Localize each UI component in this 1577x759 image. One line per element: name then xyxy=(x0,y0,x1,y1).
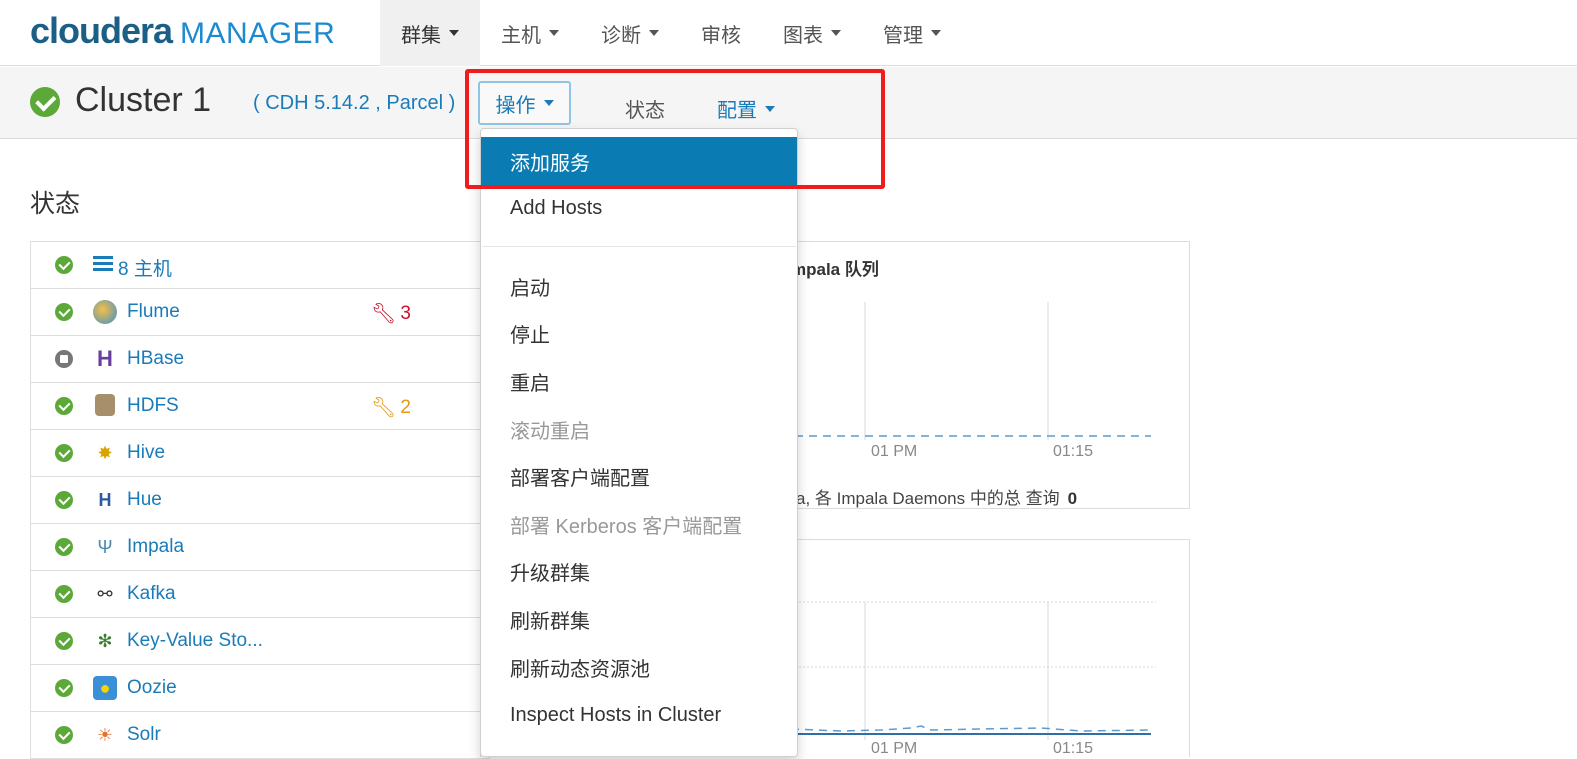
service-link-hosts[interactable]: 8 主机 xyxy=(118,254,172,281)
service-row-kafka: ⚯ Kafka xyxy=(31,571,489,618)
menu-item-refresh-resource-pools[interactable]: 刷新动态资源池 xyxy=(481,644,797,691)
service-row-hive: ✸ Hive xyxy=(31,430,489,477)
wrench-icon: 🔧︎ xyxy=(371,397,397,419)
logo-product: MANAGER xyxy=(180,17,336,50)
hosts-list-icon xyxy=(93,256,113,272)
good-health-icon xyxy=(55,303,73,321)
menu-item-start[interactable]: 启动 xyxy=(481,263,797,310)
nav-hosts-label: 主机 xyxy=(501,24,541,47)
service-link-hue[interactable]: Hue xyxy=(127,489,162,511)
alert-count: 3 xyxy=(400,302,411,324)
x-tick-label: 01 PM xyxy=(871,740,917,757)
chart-footer: a, 各 Impala Daemons 中的总 查询 0 xyxy=(796,484,1077,509)
chevron-down-icon xyxy=(931,30,941,36)
good-health-icon xyxy=(55,726,73,744)
hue-icon: H xyxy=(98,490,112,510)
menu-item-restart[interactable]: 重启 xyxy=(481,358,797,405)
alert-count: 2 xyxy=(400,396,411,418)
chevron-down-icon xyxy=(831,30,841,36)
menu-item-upgrade-cluster[interactable]: 升级群集 xyxy=(481,548,797,595)
service-link-kafka[interactable]: Kafka xyxy=(127,583,176,605)
service-row-hue: H Hue xyxy=(31,477,489,524)
chevron-down-icon xyxy=(649,30,659,36)
service-row-flume: Flume 🔧︎ 3 xyxy=(31,289,489,336)
oozie-icon: ● xyxy=(93,676,117,700)
service-row-impala: Ψ Impala xyxy=(31,524,489,571)
good-health-icon xyxy=(55,491,73,509)
actions-dropdown-menu: 添加服务 Add Hosts 启动 停止 重启 滚动重启 部署客户端配置 部署 … xyxy=(480,128,798,757)
menu-item-deploy-client-config[interactable]: 部署客户端配置 xyxy=(481,453,797,500)
series-line xyxy=(790,725,1152,732)
service-row-hosts: 8 主机 xyxy=(31,242,489,289)
good-health-icon xyxy=(55,679,73,697)
key-value-store-icon: ✻ xyxy=(97,631,113,651)
cluster-name: Cluster 1 xyxy=(75,81,212,119)
chart-footer-label: a, 各 Impala Daemons 中的总 查询 xyxy=(796,489,1060,508)
x-tick-label: 01:15 xyxy=(1053,443,1093,460)
good-health-icon xyxy=(55,585,73,603)
nav-hosts[interactable]: 主机 xyxy=(480,0,580,66)
x-tick-label: 01:15 xyxy=(1053,740,1093,757)
chevron-down-icon xyxy=(549,30,559,36)
highlight-annotation-box xyxy=(465,69,885,189)
main-nav: 群集 主机 诊断 审核 图表 管理 xyxy=(380,0,962,66)
nav-charts[interactable]: 图表 xyxy=(762,0,862,66)
nav-clusters-label: 群集 xyxy=(401,24,441,47)
good-health-icon xyxy=(55,397,73,415)
menu-item-refresh-cluster[interactable]: 刷新群集 xyxy=(481,596,797,643)
good-health-icon xyxy=(55,444,73,462)
kafka-icon: ⚯ xyxy=(97,584,113,604)
top-navbar: cloudera MANAGER 群集 主机 诊断 审核 图表 管理 xyxy=(0,0,1577,66)
flume-icon xyxy=(93,300,117,324)
hbase-icon: H xyxy=(97,346,113,371)
wrench-icon: 🔧︎ xyxy=(371,303,397,325)
stopped-status-icon xyxy=(55,350,73,368)
nav-diagnostics[interactable]: 诊断 xyxy=(580,0,680,66)
service-link-impala[interactable]: Impala xyxy=(127,536,184,558)
chart-footer-value: 0 xyxy=(1067,489,1078,508)
logo-brand: cloudera xyxy=(30,10,173,51)
service-link-hbase[interactable]: HBase xyxy=(127,348,184,370)
service-row-hbase: H HBase xyxy=(31,336,489,383)
service-status-table: 8 主机 Flume 🔧︎ 3 H HBase HDFS 🔧︎ 2 ✸ Hive H… xyxy=(30,241,490,759)
service-link-hdfs[interactable]: HDFS xyxy=(127,395,179,417)
hive-icon: ✸ xyxy=(97,443,113,463)
nav-audits-label: 审核 xyxy=(701,24,741,47)
configuration-issues-badge[interactable]: 🔧︎ 2 xyxy=(371,395,411,420)
nav-administration[interactable]: 管理 xyxy=(862,0,962,66)
service-link-flume[interactable]: Flume xyxy=(127,301,180,323)
menu-item-add-hosts[interactable]: Add Hosts xyxy=(481,185,797,232)
menu-item-inspect-hosts[interactable]: Inspect Hosts in Cluster xyxy=(481,692,797,739)
service-row-hdfs: HDFS 🔧︎ 2 xyxy=(31,383,489,430)
service-link-oozie[interactable]: Oozie xyxy=(127,677,177,699)
menu-item-stop[interactable]: 停止 xyxy=(481,310,797,357)
service-row-solr: ☀ Solr xyxy=(31,712,489,759)
service-link-solr[interactable]: Solr xyxy=(127,724,161,746)
menu-item-rolling-restart: 滚动重启 xyxy=(510,421,590,443)
x-tick-label: 01 PM xyxy=(871,443,917,460)
nav-charts-label: 图表 xyxy=(783,24,823,47)
configuration-issues-badge[interactable]: 🔧︎ 3 xyxy=(371,301,411,326)
hdfs-icon xyxy=(95,394,115,416)
cluster-version-link[interactable]: ( CDH 5.14.2 , Parcel ) xyxy=(253,92,455,115)
service-row-oozie: ● Oozie xyxy=(31,665,489,712)
solr-icon: ☀ xyxy=(96,725,114,745)
nav-administration-label: 管理 xyxy=(883,24,923,47)
nav-clusters[interactable]: 群集 xyxy=(380,0,480,66)
good-health-icon xyxy=(55,538,73,556)
service-row-key-value-store: ✻ Key-Value Sto... xyxy=(31,618,489,665)
impala-icon: Ψ xyxy=(97,537,113,557)
nav-diagnostics-label: 诊断 xyxy=(601,24,641,47)
status-section-title: 状态 xyxy=(30,190,81,218)
good-health-icon xyxy=(55,256,73,274)
service-link-hive[interactable]: Hive xyxy=(127,442,165,464)
good-health-icon xyxy=(55,632,73,650)
service-link-key-value-store[interactable]: Key-Value Sto... xyxy=(127,630,263,652)
menu-item-deploy-kerberos-config: 部署 Kerberos 客户端配置 xyxy=(510,516,743,538)
chevron-down-icon xyxy=(449,30,459,36)
cloudera-manager-logo[interactable]: cloudera MANAGER xyxy=(30,10,335,54)
good-health-icon xyxy=(30,87,60,117)
nav-audits[interactable]: 审核 xyxy=(680,0,762,66)
menu-divider xyxy=(482,246,796,247)
